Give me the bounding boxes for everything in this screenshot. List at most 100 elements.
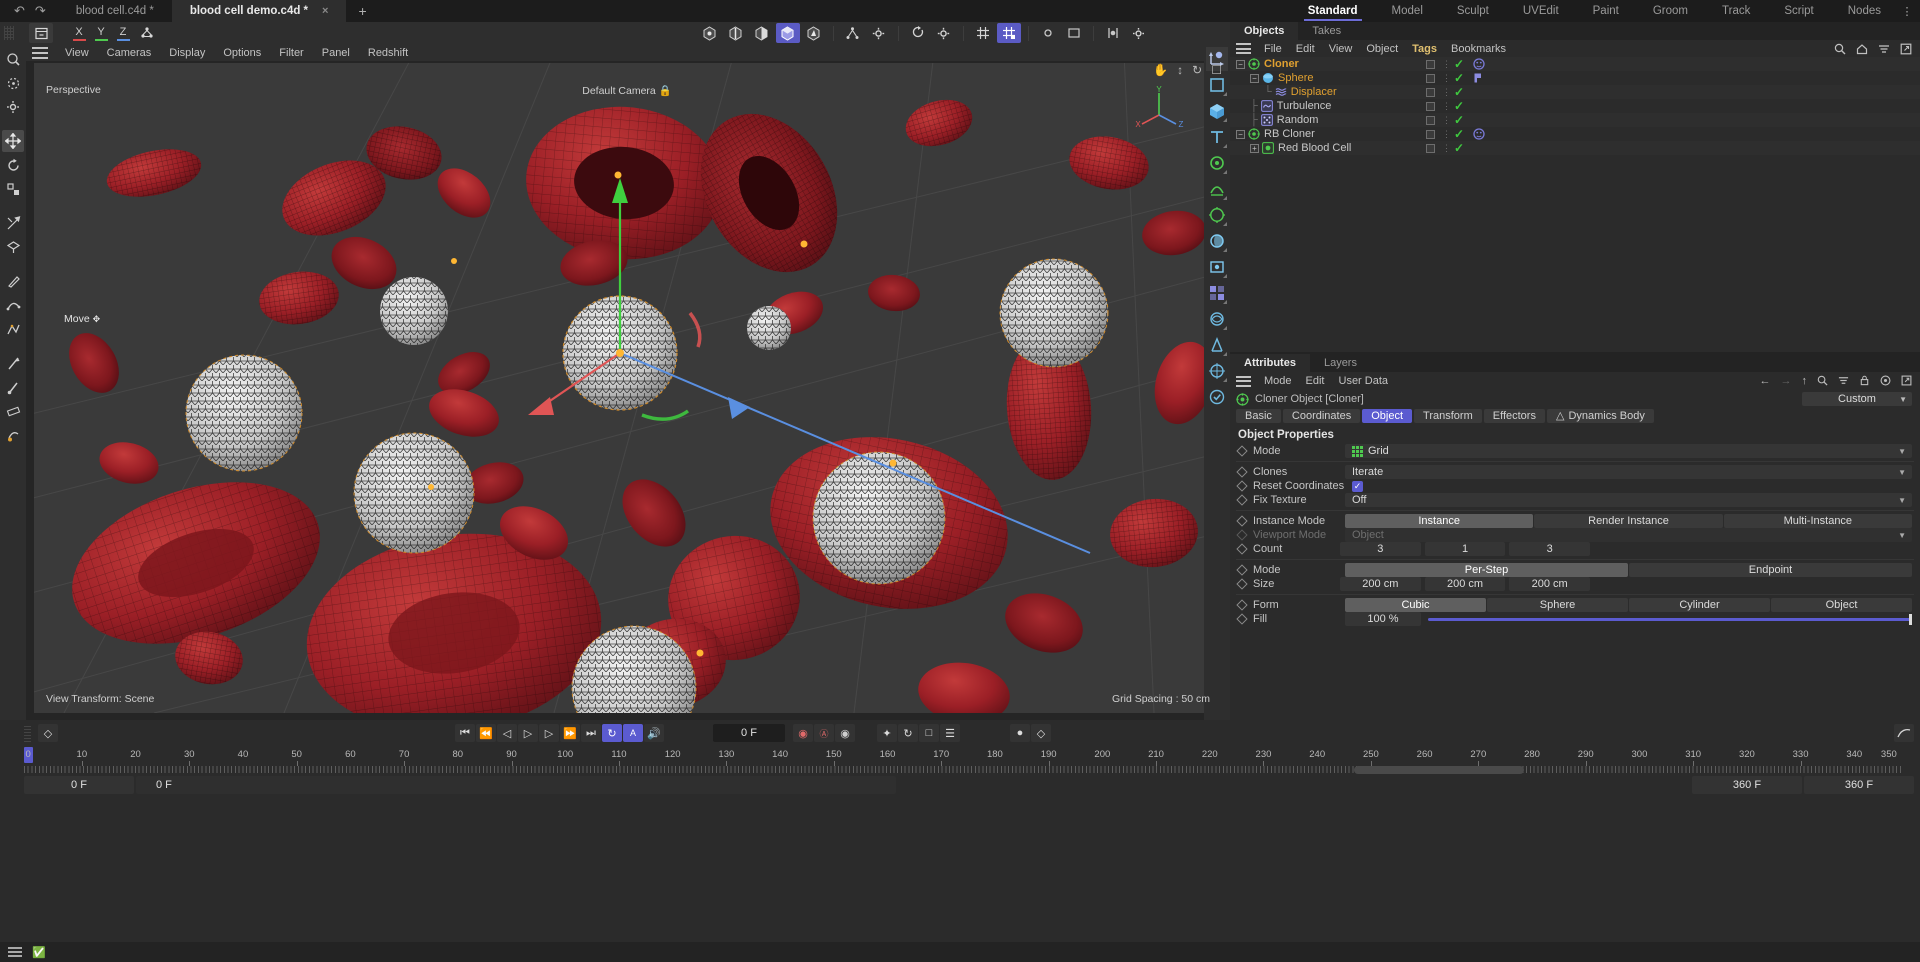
settings-icon[interactable] — [2, 96, 24, 118]
tab-takes[interactable]: Takes — [1298, 22, 1355, 40]
keyframe-diamond-icon[interactable] — [1236, 480, 1247, 491]
keyframe-diamond-icon[interactable] — [1236, 494, 1247, 505]
enabled-check-icon[interactable]: ✓ — [1454, 113, 1464, 127]
keyframe-diamond-icon[interactable] — [1236, 445, 1247, 456]
reset-coordinates-checkbox[interactable]: ✓ — [1352, 481, 1363, 492]
timeline-grip[interactable] — [24, 724, 31, 742]
mode-dropdown[interactable]: Grid ▼ — [1345, 444, 1912, 458]
tab-objects[interactable]: Objects — [1230, 22, 1298, 40]
knife-tool-icon[interactable] — [2, 352, 24, 374]
point-level-animation-icon[interactable]: ● — [1010, 724, 1030, 742]
play-forward-icon[interactable]: ▷ — [518, 724, 538, 742]
range-current-input[interactable]: 0 F — [136, 776, 896, 794]
om-menu-bookmarks[interactable]: Bookmarks — [1444, 43, 1513, 55]
object-row-cloner[interactable]: − Cloner ⋮ ✓ — [1230, 57, 1920, 71]
count-y-input[interactable]: 1 — [1425, 542, 1506, 556]
polygon-mode-icon[interactable] — [750, 23, 774, 43]
keyframe-diamond-icon[interactable] — [1236, 543, 1247, 554]
visibility-checkbox[interactable] — [1426, 60, 1435, 69]
layout-overflow-icon[interactable]: ⋮ — [1898, 5, 1916, 18]
axis-y-toggle[interactable]: Y — [90, 23, 112, 43]
measure-tool-icon[interactable] — [2, 400, 24, 422]
home-icon[interactable] — [1856, 43, 1868, 55]
render-region-icon[interactable] — [1101, 23, 1125, 43]
search-icon[interactable] — [1834, 43, 1846, 55]
seg-cylinder[interactable]: Cylinder — [1629, 598, 1770, 612]
document-tab-2[interactable]: blood cell demo.c4d * × — [172, 0, 347, 22]
world-coordinate-icon[interactable] — [135, 23, 159, 43]
size-z-input[interactable]: 200 cm — [1509, 577, 1590, 591]
range-end-input[interactable]: 360 F — [1692, 776, 1802, 794]
viewport-menu-filter[interactable]: Filter — [270, 47, 312, 59]
filter-icon[interactable] — [1878, 43, 1890, 55]
visibility-checkbox[interactable] — [1426, 130, 1435, 139]
autokeying-icon[interactable]: Ⓐ — [814, 724, 834, 742]
brush-tool-icon[interactable] — [2, 376, 24, 398]
redo-arrow-icon[interactable]: ↷ — [35, 3, 46, 19]
tab-layers[interactable]: Layers — [1310, 354, 1371, 372]
texture-mode-icon[interactable] — [802, 23, 826, 43]
viewport-menu-view[interactable]: View — [56, 47, 98, 59]
object-row-sphere[interactable]: − Sphere ⋮ ✓ — [1230, 71, 1920, 85]
expander-icon[interactable]: − — [1250, 74, 1259, 83]
viewport-menu-display[interactable]: Display — [160, 47, 214, 59]
om-menu-file[interactable]: File — [1257, 43, 1289, 55]
at-menu-edit[interactable]: Edit — [1299, 375, 1332, 387]
dolly-icon[interactable]: ↕ — [1177, 63, 1183, 77]
pen-tool-icon[interactable] — [2, 270, 24, 292]
loop-playback-icon[interactable]: ↻ — [602, 724, 622, 742]
workplane-lock-icon[interactable] — [906, 23, 930, 43]
object-tree[interactable]: − Cloner ⋮ ✓ − — [1230, 57, 1920, 352]
layout-tab-standard[interactable]: Standard — [1291, 0, 1375, 22]
axis-modify-icon[interactable] — [841, 23, 865, 43]
position-key-icon[interactable]: ✦ — [877, 724, 897, 742]
fix-texture-dropdown[interactable]: Off ▼ — [1345, 493, 1912, 507]
layout-tab-nodes[interactable]: Nodes — [1831, 0, 1898, 22]
om-menu-edit[interactable]: Edit — [1289, 43, 1322, 55]
lock-icon[interactable] — [1859, 375, 1870, 387]
prop-tab-dynamics-body[interactable]: △ Dynamics Body — [1547, 409, 1654, 423]
timeline-scrollbar[interactable] — [1354, 766, 1524, 774]
filter-icon[interactable] — [1838, 375, 1849, 387]
prop-tab-object[interactable]: Object — [1362, 409, 1412, 423]
perspective-viewport[interactable]: Perspective Default Camera 🔒 View Transf… — [34, 63, 1220, 713]
object-row-random[interactable]: ├ Random ⋮ ✓ — [1230, 113, 1920, 127]
scale-key-icon[interactable]: □ — [919, 724, 939, 742]
go-to-end-icon[interactable]: ⏭ — [581, 724, 601, 742]
sound-icon[interactable]: 🔊 — [644, 724, 664, 742]
deformers-icon[interactable] — [1206, 177, 1228, 201]
simulation-icon[interactable] — [1206, 307, 1228, 331]
text-tool-icon[interactable] — [1206, 125, 1228, 149]
enabled-check-icon[interactable]: ✓ — [1454, 99, 1464, 113]
viewport-menu-panel[interactable]: Panel — [313, 47, 359, 59]
light-object-icon[interactable] — [1206, 255, 1228, 279]
seg-instance[interactable]: Instance — [1345, 514, 1533, 528]
seg-object[interactable]: Object — [1771, 598, 1912, 612]
live-selection-icon[interactable] — [2, 48, 24, 70]
next-keyframe-icon[interactable]: ⏩ — [560, 724, 580, 742]
seg-render-instance[interactable]: Render Instance — [1534, 514, 1722, 528]
seg-cubic[interactable]: Cubic — [1345, 598, 1486, 612]
layout-tab-groom[interactable]: Groom — [1636, 0, 1705, 22]
preset-dropdown[interactable]: Custom ▼ — [1802, 392, 1912, 406]
object-row-rb-cloner[interactable]: − RB Cloner ⋮ ✓ — [1230, 127, 1920, 141]
attributes-menu-icon[interactable] — [1236, 376, 1251, 387]
motion-tracker-icon[interactable] — [1206, 359, 1228, 383]
count-x-input[interactable]: 3 — [1340, 542, 1421, 556]
autokey-icon[interactable]: A — [623, 724, 643, 742]
prop-tab-coordinates[interactable]: Coordinates — [1283, 409, 1360, 423]
expander-icon[interactable]: − — [1236, 130, 1245, 139]
free-move-icon[interactable] — [2, 212, 24, 234]
snap-settings-icon[interactable] — [932, 23, 956, 43]
status-check-icon[interactable]: ✅ — [32, 946, 46, 959]
parameter-key-icon[interactable]: ☰ — [940, 724, 960, 742]
at-menu-user-data[interactable]: User Data — [1332, 375, 1396, 387]
viewport-isolate-icon[interactable] — [1062, 23, 1086, 43]
clones-dropdown[interactable]: Iterate ▼ — [1345, 465, 1912, 479]
layout-tab-script[interactable]: Script — [1767, 0, 1830, 22]
camera-lock-icon[interactable]: 🔒 — [659, 85, 672, 97]
prop-tab-basic[interactable]: Basic — [1236, 409, 1281, 423]
enabled-check-icon[interactable]: ✓ — [1454, 141, 1464, 155]
keyframe-diamond-icon[interactable] — [1236, 564, 1247, 575]
visibility-checkbox[interactable] — [1426, 88, 1435, 97]
